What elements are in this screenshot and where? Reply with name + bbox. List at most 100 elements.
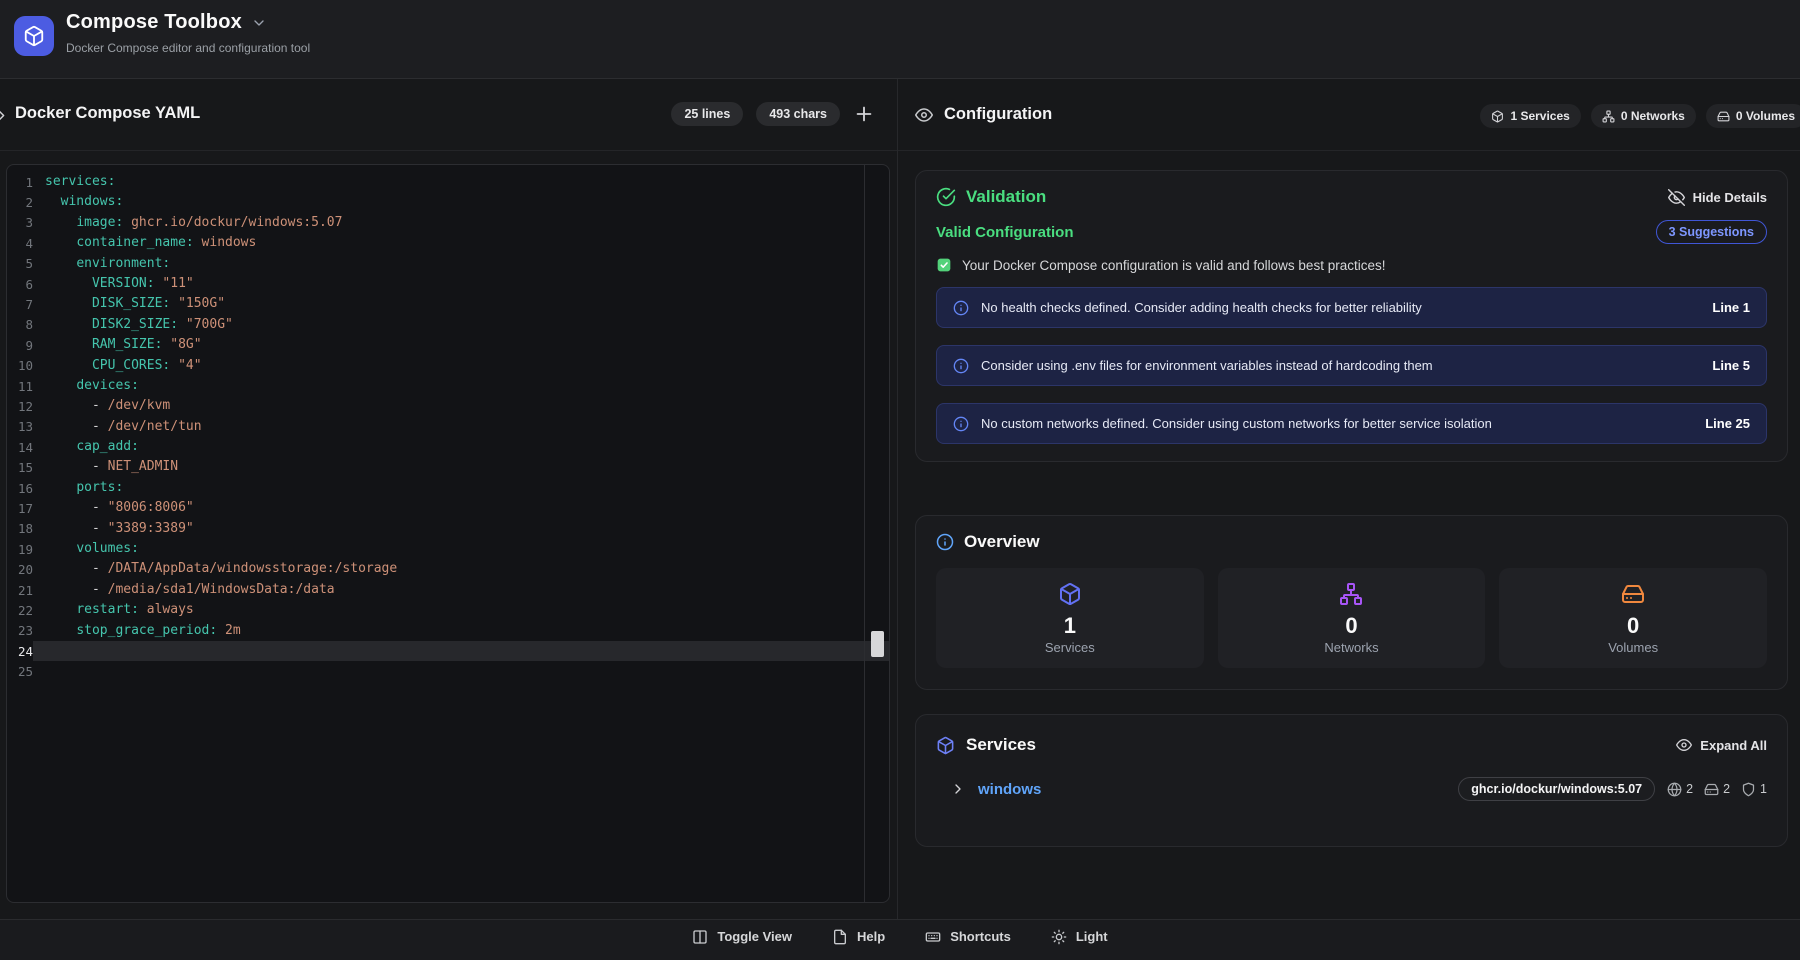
code-line[interactable]: 19 volumes: (7, 539, 889, 559)
line-number: 24 (7, 644, 33, 659)
code-text (33, 661, 889, 681)
expand-all-button[interactable]: Expand All (1676, 737, 1767, 753)
code-text: - /dev/kvm (33, 396, 889, 416)
service-counts: 221 (1667, 782, 1767, 797)
validation-status: Valid Configuration (936, 224, 1074, 241)
suggestion-row[interactable]: No custom networks defined. Consider usi… (936, 403, 1767, 444)
footer-bar: Toggle View Help Shortcuts Light (0, 919, 1800, 960)
code-line[interactable]: 4 container_name: windows (7, 233, 889, 253)
check-circle-icon (936, 187, 956, 207)
line-number: 12 (7, 399, 33, 414)
configuration-title: Configuration (944, 105, 1052, 124)
editor-badges: 25 lines 493 chars (671, 102, 875, 126)
code-line[interactable]: 10 CPU_CORES: "4" (7, 356, 889, 376)
code-line[interactable]: 18 - "3389:3389" (7, 519, 889, 539)
configuration-header: Configuration 1 Services0 Networks0 Volu… (898, 79, 1800, 151)
code-line[interactable]: 3 image: ghcr.io/dockur/windows:5.07 (7, 213, 889, 233)
scrollbar-thumb[interactable] (871, 631, 884, 657)
line-number: 15 (7, 460, 33, 475)
stat-value: 1 (1064, 613, 1076, 639)
suggestion-row[interactable]: No health checks defined. Consider addin… (936, 287, 1767, 328)
suggestion-text: Consider using .env files for environmen… (981, 358, 1700, 373)
code-line[interactable]: 20 - /DATA/AppData/windowsstorage:/stora… (7, 559, 889, 579)
footer-help-button[interactable]: Help (832, 929, 885, 960)
plus-icon (853, 103, 875, 125)
yaml-editor[interactable]: 1services:2 windows:3 image: ghcr.io/doc… (6, 164, 890, 903)
suggestions-list: No health checks defined. Consider addin… (936, 287, 1767, 444)
service-count: 1 (1741, 782, 1767, 797)
footer-shortcuts-button[interactable]: Shortcuts (925, 929, 1011, 960)
code-line[interactable]: 15 - NET_ADMIN (7, 457, 889, 477)
services-list: windows ghcr.io/dockur/windows:5.07 221 (936, 777, 1767, 801)
services-card: Services Expand All windowsghcr.io/docku… (915, 714, 1788, 847)
footer-item-label: Toggle View (717, 929, 792, 944)
code-line[interactable]: 25 (7, 661, 889, 681)
package-icon (936, 736, 955, 755)
line-number: 14 (7, 440, 33, 455)
network-icon (1339, 582, 1363, 606)
validation-card: Validation Hide Details Valid Configurat… (915, 170, 1788, 462)
code-line[interactable]: 9 RAM_SIZE: "8G" (7, 335, 889, 355)
eye-icon (915, 106, 933, 124)
code-line[interactable]: 14 cap_add: (7, 437, 889, 457)
footer-toggle-view-button[interactable]: Toggle View (692, 929, 792, 960)
line-number: 18 (7, 521, 33, 536)
code-line[interactable]: 2 windows: (7, 192, 889, 212)
code-line[interactable]: 16 ports: (7, 478, 889, 498)
top-bar: Compose Toolbox Docker Compose editor an… (0, 0, 1800, 79)
editor-panel-header: Docker Compose YAML 25 lines 493 chars (0, 79, 897, 151)
code-text: - "3389:3389" (33, 519, 889, 539)
info-icon (953, 416, 969, 432)
chars-count-badge: 493 chars (756, 102, 840, 126)
validation-message: Your Docker Compose configuration is val… (962, 258, 1385, 273)
code-text: windows: (33, 192, 889, 212)
code-line[interactable]: 23 stop_grace_period: 2m (7, 621, 889, 641)
service-row[interactable]: windows ghcr.io/dockur/windows:5.07 221 (936, 777, 1767, 801)
footer-light-button[interactable]: Light (1051, 929, 1108, 960)
drive-icon (1621, 582, 1645, 606)
sun-icon (1051, 929, 1067, 945)
configuration-panel: Configuration 1 Services0 Networks0 Volu… (898, 79, 1800, 919)
hide-details-button[interactable]: Hide Details (1668, 189, 1767, 206)
line-number: 10 (7, 358, 33, 373)
suggestion-row[interactable]: Consider using .env files for environmen… (936, 345, 1767, 386)
summary-badge: 0 Volumes (1706, 104, 1800, 128)
compose-toolbox-app: { "app": { "title": "Compose Toolbox", "… (0, 0, 1800, 939)
code-line[interactable]: 12 - /dev/kvm (7, 396, 889, 416)
service-count-value: 2 (1723, 782, 1730, 796)
suggestions-count-badge[interactable]: 3 Suggestions (1656, 220, 1767, 244)
service-image-badge: ghcr.io/dockur/windows:5.07 (1458, 777, 1655, 801)
code-text (33, 641, 889, 661)
stat-value: 0 (1627, 613, 1639, 639)
code-text: - NET_ADMIN (33, 457, 889, 477)
code-line[interactable]: 5 environment: (7, 254, 889, 274)
app-title-dropdown[interactable]: Compose Toolbox (66, 11, 267, 34)
code-line[interactable]: 8 DISK2_SIZE: "700G" (7, 315, 889, 335)
validation-title: Validation (966, 187, 1046, 207)
code-text: CPU_CORES: "4" (33, 356, 889, 376)
code-line[interactable]: 6 VERSION: "11" (7, 274, 889, 294)
code-line[interactable]: 7 DISK_SIZE: "150G" (7, 294, 889, 314)
code-line[interactable]: 21 - /media/sda1/WindowsData:/data (7, 580, 889, 600)
info-icon (953, 300, 969, 316)
chevron-right-icon (950, 781, 966, 797)
chevron-right-icon[interactable] (0, 107, 10, 124)
code-line[interactable]: 22 restart: always (7, 600, 889, 620)
line-number: 16 (7, 481, 33, 496)
stat-card-services: 1Services (936, 568, 1204, 668)
code-text: DISK_SIZE: "150G" (33, 294, 889, 314)
code-line[interactable]: 11 devices: (7, 376, 889, 396)
suggestion-text: No custom networks defined. Consider usi… (981, 416, 1693, 431)
code-line[interactable]: 17 - "8006:8006" (7, 498, 889, 518)
service-name[interactable]: windows (978, 781, 1041, 798)
footer-item-label: Shortcuts (950, 929, 1011, 944)
code-line[interactable]: 1services: (7, 172, 889, 192)
add-button[interactable] (853, 103, 875, 125)
stat-value: 0 (1345, 613, 1357, 639)
code-line[interactable]: 24 (7, 641, 889, 661)
code-line[interactable]: 13 - /dev/net/tun (7, 417, 889, 437)
chevron-down-icon (251, 15, 267, 31)
package-icon (23, 25, 45, 47)
line-number: 2 (7, 195, 33, 210)
stat-label: Networks (1324, 640, 1378, 655)
